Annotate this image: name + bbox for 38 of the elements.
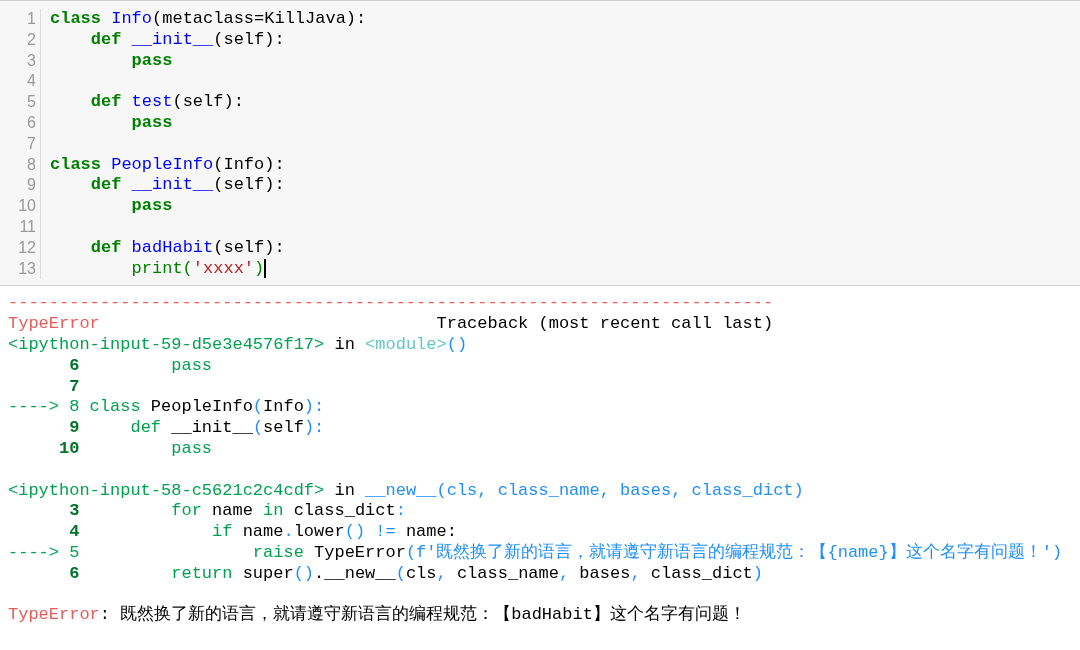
line-number: 7 [27,133,37,154]
traceback-line: 10 pass [58,438,213,460]
line-number: 4 [27,71,37,92]
line-number: 2 [27,29,37,50]
code-line: pass [130,50,173,72]
code-line: print('xxxx') [130,258,265,280]
code-line: def __init__(self): [89,29,285,51]
line-number: 3 [27,50,37,71]
traceback-line: 4 if name.lower() != name: [68,522,457,543]
code-line: pass [130,113,173,134]
code-line: def __init__(self): [89,175,285,197]
traceback-line: ----> 8 class PeopleInfo(Info): [8,397,325,419]
traceback-line: --------------------------------------------------------------------------- [8,293,774,315]
line-number: 8 [27,154,37,175]
traceback-line: 6 return super().__new__(cls, class_name, bases, class_dict) [68,563,763,585]
line-number: 11 [19,216,37,237]
traceback-line: 9 def __init__(self): [68,418,325,439]
line-number: 5 [27,92,37,113]
line-number: 1 [27,9,37,29]
traceback-line: TypeError Traceback (most recent call last) [8,314,774,335]
code-line: class Info(metaclass=KillJava): [50,9,367,30]
traceback-line: 6 pass [68,355,213,377]
code-line: class PeopleInfo(Info): [50,154,285,176]
code-line: def test(self): [89,92,244,113]
line-number: 12 [18,237,37,258]
traceback-line: <ipython-input-58-c5621c2c4cdf> in __new__(cls, class_name, bases, class_dict) [8,480,804,502]
line-number: 10 [18,196,37,217]
traceback-line: 7 [68,376,80,398]
line-number: 6 [27,113,37,133]
traceback-line: ----> 5 raise TypeError(f'既然换了新的语言，就请遵守新语言的编程规范：【{name}】这个名字有问题！') [8,542,1063,564]
traceback-line: <ipython-input-59-d5e3e4576f17> in <module>() [8,334,468,356]
line-number: 13 [18,258,37,279]
traceback-line: TypeError: 既然换了新的语言，就请遵守新语言的编程规范：【badHabit】这个名字有问题！ [8,605,746,627]
code-line: def badHabit(self): [89,237,285,259]
line-number: 9 [27,175,37,196]
code-cell[interactable]: 1 2 3 4 5 6 7 8 9 10 11 12 13 class Info(metaclass=KillJava): def __init__(self): pass def test(self): pass class PeopleInfo(Info): def __init__(self): pass def badHabit(self): print('xxxx') [0,0,1080,287]
code-line: pass [130,196,173,217]
traceback-line: 3 for name in class_dict: [68,501,406,523]
